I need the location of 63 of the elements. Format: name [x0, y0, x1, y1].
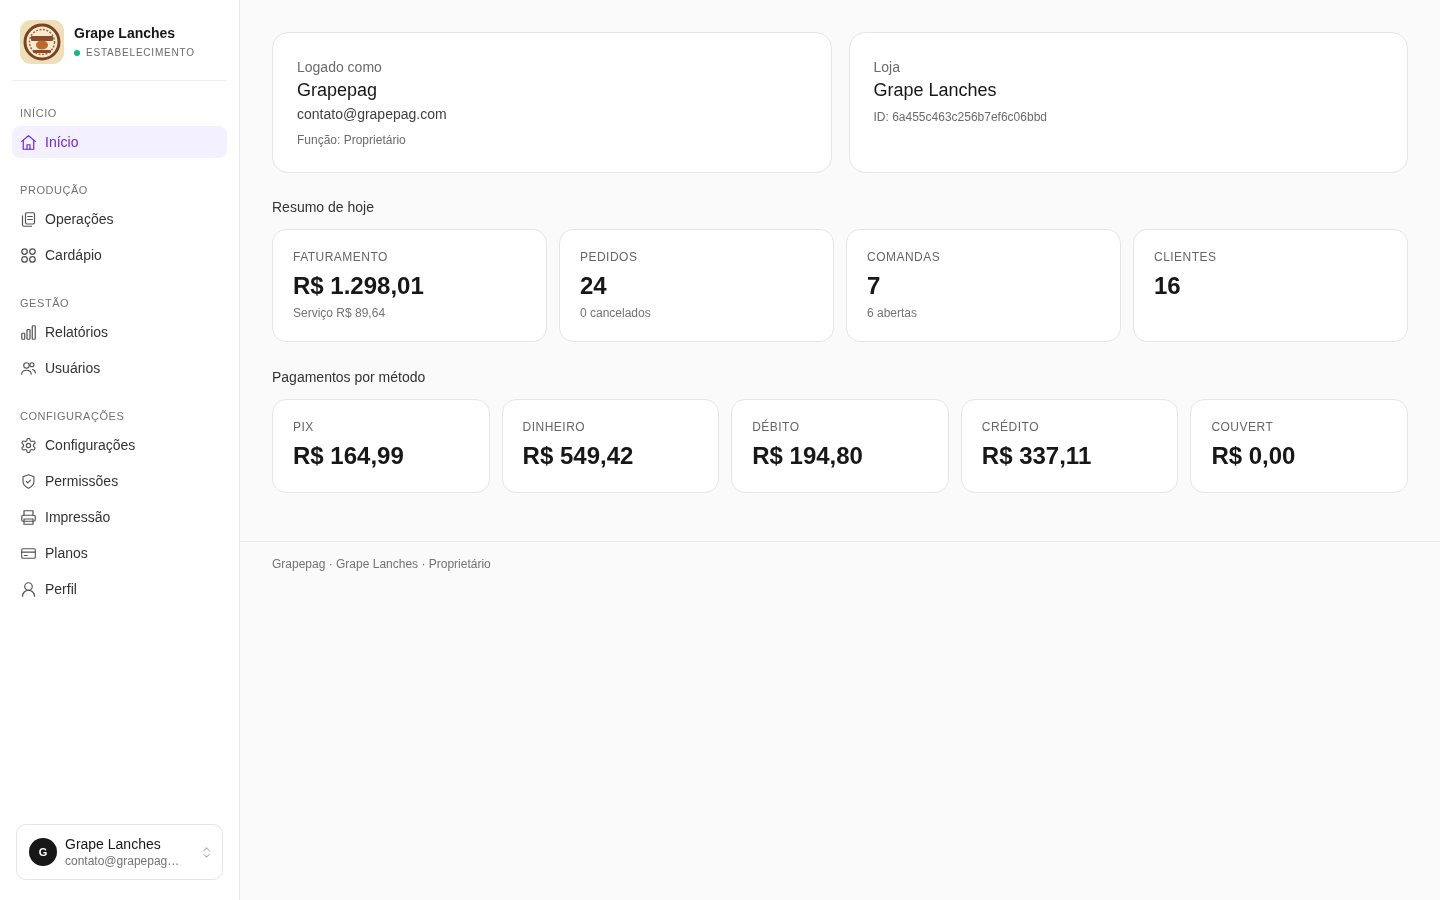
account-switcher[interactable]: G Grape Lanches contato@grapepag… — [16, 824, 223, 880]
card-detail: Função: Proprietário — [297, 132, 407, 148]
sidebar-item[interactable]: Permissões — [12, 465, 227, 497]
section-title: Pagamentos por método — [272, 368, 427, 387]
sidebar-item[interactable]: Impressão — [12, 501, 227, 533]
card-detail: contato@grapepag.com — [297, 105, 448, 124]
card-title: Grape Lanches — [873, 79, 998, 102]
stat-label: CRÉDITO — [981, 419, 1040, 435]
sidebar-item[interactable]: Usuários — [12, 352, 227, 384]
settings-icon — [21, 437, 36, 453]
chevron-up-down-icon — [203, 846, 210, 858]
user-email: contato@grapepag… — [65, 853, 181, 869]
section-label: PRODUÇÃO — [19, 183, 89, 198]
section-label: CONFIGURAÇÕES — [19, 409, 126, 424]
bar-chart-icon — [21, 324, 36, 340]
stat-note: 6 abertas — [867, 305, 919, 321]
stat-label: DÉBITO — [752, 419, 801, 435]
section-label: INÍCIO — [19, 106, 58, 121]
brand-name: Grape Lanches — [74, 24, 177, 42]
stat-value: R$ 549,42 — [522, 441, 635, 471]
circle-grid-icon — [21, 247, 36, 263]
sidebar-item[interactable]: Relatórios — [12, 316, 227, 348]
card-title: Grapepag — [297, 79, 379, 102]
stat-value: R$ 164,99 — [293, 441, 405, 471]
stat-label: PIX — [293, 419, 315, 435]
stat-value: R$ 1.298,01 — [293, 271, 425, 301]
user-name: Grape Lanches — [65, 835, 162, 853]
sidebar-item[interactable]: Perfil — [12, 573, 227, 605]
section-title: Resumo de hoje — [272, 198, 375, 217]
section-label: GESTÃO — [19, 296, 71, 311]
stat-label: COMANDAS — [867, 249, 942, 265]
shield-check-icon — [21, 473, 36, 489]
sidebar-item[interactable]: Planos — [12, 537, 227, 569]
stat-label: FATURAMENTO — [293, 249, 389, 265]
stat-label: PEDIDOS — [580, 249, 639, 265]
sidebar-item[interactable]: Configurações — [12, 429, 227, 461]
stat-value: R$ 337,11 — [981, 441, 1093, 471]
stat-label: COUVERT — [1211, 419, 1275, 435]
sidebar-item[interactable]: Cardápio — [12, 239, 227, 271]
sidebar-item[interactable]: Operações — [12, 203, 227, 235]
stat-value: R$ 0,00 — [1211, 441, 1297, 471]
stat-note: Serviço R$ 89,64 — [293, 305, 387, 321]
credit-card-icon — [21, 545, 36, 561]
card-detail: ID: 6a455c463c256b7ef6c06bbd — [873, 109, 1048, 125]
stat-value: R$ 194,80 — [752, 441, 864, 471]
user-icon — [21, 581, 36, 597]
stat-label: DINHEIRO — [522, 419, 587, 435]
stat-label: CLIENTES — [1154, 249, 1218, 265]
clipboard-icon — [21, 211, 36, 227]
sidebar-item[interactable]: Início — [12, 126, 227, 158]
stat-value: 24 — [580, 271, 608, 301]
stat-note: 0 cancelados — [580, 305, 652, 321]
stat-value: 16 — [1154, 271, 1182, 301]
card-label: Loja — [873, 58, 901, 77]
avatar: G — [29, 838, 57, 866]
stat-value: 7 — [867, 271, 882, 301]
footer-text: Grapepag · Grape Lanches · Proprietário — [272, 557, 491, 571]
printer-icon — [21, 509, 36, 525]
home-icon — [21, 134, 36, 150]
card-label: Logado como — [297, 58, 383, 77]
users-icon — [21, 360, 36, 376]
logo-icon — [20, 20, 64, 64]
brand-subtitle: ESTABELECIMENTO — [86, 46, 195, 60]
